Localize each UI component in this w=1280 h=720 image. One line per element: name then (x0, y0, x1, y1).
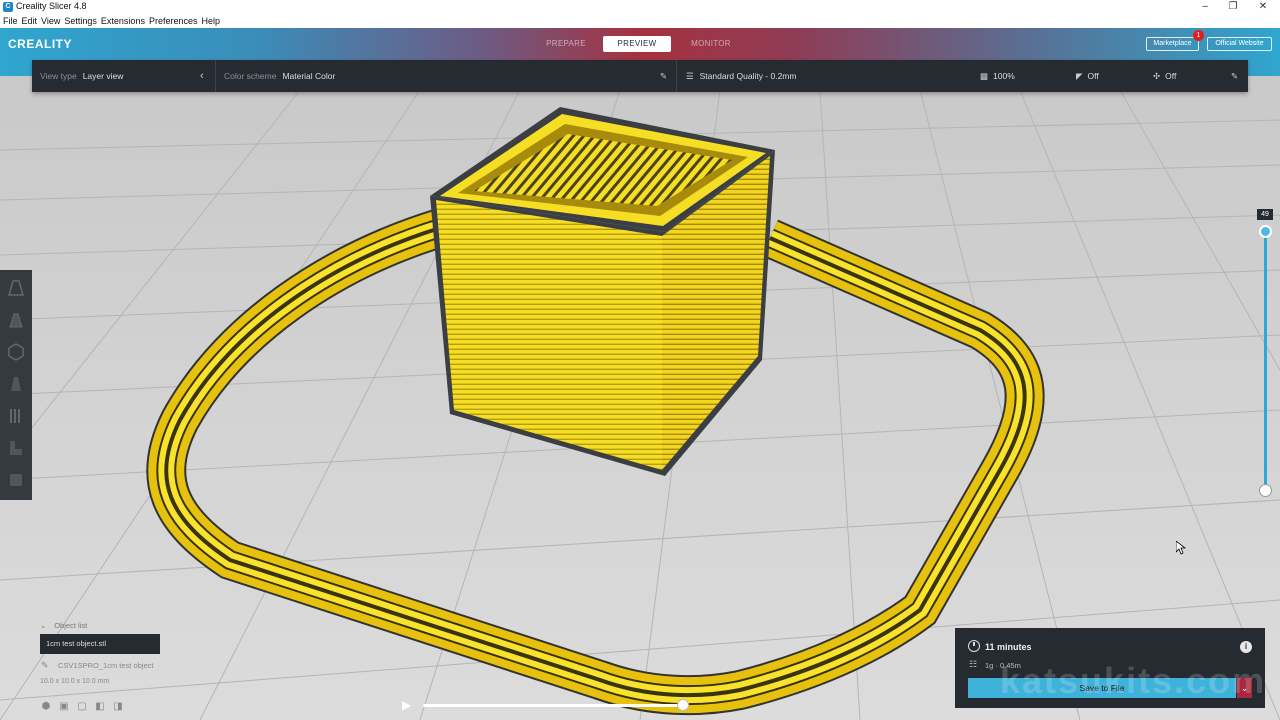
tab-monitor[interactable]: MONITOR (677, 36, 745, 52)
edit-settings-pencil-icon[interactable]: ✎ (1231, 60, 1238, 92)
adhesion-value: Off (1165, 71, 1177, 81)
object-list-item[interactable]: 1cm test object.stl (40, 634, 160, 654)
layer-slider-top-handle[interactable] (1259, 225, 1272, 238)
divider (215, 60, 216, 92)
info-icon[interactable]: i (1240, 641, 1252, 653)
chevron-down-icon: ⌄ (40, 621, 47, 630)
color-scheme-value: Material Color (282, 71, 336, 81)
view-type-label: View type (40, 71, 77, 81)
support-value: Off (1087, 71, 1099, 81)
build-plate-viewport[interactable] (0, 76, 1280, 720)
window-titlebar: C Creality Slicer 4.8 – ❐ ✕ (0, 0, 1280, 14)
color-scheme-label: Color scheme (224, 71, 277, 81)
right-view-small-icon[interactable]: ◨ (112, 701, 124, 713)
view-type-value: Layer view (82, 71, 124, 81)
perspective-view-icon[interactable] (6, 278, 26, 298)
edit-pencil-icon[interactable]: ✎ (660, 60, 667, 92)
marketplace-button[interactable]: Marketplace (1146, 37, 1199, 51)
object-name[interactable]: CSV1SPRO_1cm test object (58, 661, 153, 670)
solid-view-icon[interactable] (6, 470, 26, 490)
divider (676, 60, 677, 92)
close-button[interactable]: ✕ (1248, 0, 1278, 14)
menu-settings[interactable]: Settings (64, 14, 97, 28)
support-setting[interactable]: ◤ Off (1076, 60, 1099, 92)
menu-preferences[interactable]: Preferences (149, 14, 198, 28)
object-list-header[interactable]: ⌄ Object list (40, 621, 87, 630)
clock-icon (968, 640, 980, 652)
support-icon: ◤ (1076, 71, 1083, 81)
tab-prepare[interactable]: PREPARE (532, 36, 600, 52)
3d-view-icon[interactable]: ⬢ (40, 701, 52, 713)
left-tool-panel (0, 270, 32, 500)
menu-bar: File Edit View Settings Extensions Preference… (0, 14, 1280, 28)
watermark-text: katsukits.com (1000, 660, 1267, 701)
creality-logo: CREALITY (8, 37, 72, 51)
app-icon: C (3, 2, 13, 12)
adhesion-icon: ✣ (1153, 71, 1161, 81)
window-title: Creality Slicer 4.8 (16, 1, 87, 11)
pencil-icon[interactable]: ✎ (41, 660, 49, 671)
filament-spool-icon: ☷ (969, 659, 978, 669)
view-type-selector[interactable]: View type Layer view (40, 60, 123, 92)
profile-icon: ☰ (686, 71, 694, 81)
front-view-icon[interactable] (6, 310, 26, 330)
collapse-chevron-icon[interactable]: ‹ (200, 60, 204, 92)
profile-selector[interactable]: ☰ Standard Quality - 0.2mm (686, 60, 796, 92)
view-icons-row: ⬢ ▣ ▢ ◧ ◨ (40, 696, 130, 714)
timeline-handle[interactable] (677, 699, 689, 711)
left-view-icon[interactable] (6, 374, 26, 394)
official-website-button[interactable]: Official Website (1207, 37, 1272, 51)
side-view-icon[interactable] (6, 438, 26, 458)
play-icon[interactable]: ▶ (402, 698, 416, 712)
front-view-small-icon[interactable]: ▣ (58, 701, 70, 713)
minimize-button[interactable]: – (1190, 0, 1220, 14)
print-time: 11 minutes (985, 642, 1032, 652)
object-dimensions: 10.0 x 10.0 x 10.0 mm (40, 678, 110, 685)
menu-view[interactable]: View (41, 14, 60, 28)
infill-value: 100% (993, 71, 1015, 81)
menu-file[interactable]: File (3, 14, 18, 28)
layer-number-label: 49 (1257, 209, 1273, 220)
marketplace-badge: 1 (1193, 30, 1204, 41)
infill-icon: ▩ (980, 71, 989, 81)
menu-help[interactable]: Help (201, 14, 220, 28)
top-view-small-icon[interactable]: ▢ (76, 701, 88, 713)
layer-slider-track[interactable] (1264, 229, 1267, 491)
infill-setting[interactable]: ▩ 100% (980, 60, 1015, 92)
layer-slider-bottom-handle[interactable] (1259, 484, 1272, 497)
view-toolbar: View type Layer view ‹ Color scheme Materi… (32, 60, 1248, 92)
mouse-cursor-icon (1176, 541, 1186, 555)
top-view-icon[interactable] (6, 342, 26, 362)
restore-button[interactable]: ❐ (1218, 0, 1248, 14)
menu-extensions[interactable]: Extensions (101, 14, 145, 28)
right-view-icon[interactable] (6, 406, 26, 426)
simulation-timeline[interactable] (423, 704, 683, 707)
profile-value: Standard Quality - 0.2mm (699, 71, 797, 81)
object-list-title: Object list (54, 621, 88, 630)
menu-edit[interactable]: Edit (22, 14, 38, 28)
adhesion-setting[interactable]: ✣ Off (1153, 60, 1176, 92)
color-scheme-selector[interactable]: Color scheme Material Color (224, 60, 335, 92)
tab-preview[interactable]: PREVIEW (603, 36, 671, 52)
left-view-small-icon[interactable]: ◧ (94, 701, 106, 713)
